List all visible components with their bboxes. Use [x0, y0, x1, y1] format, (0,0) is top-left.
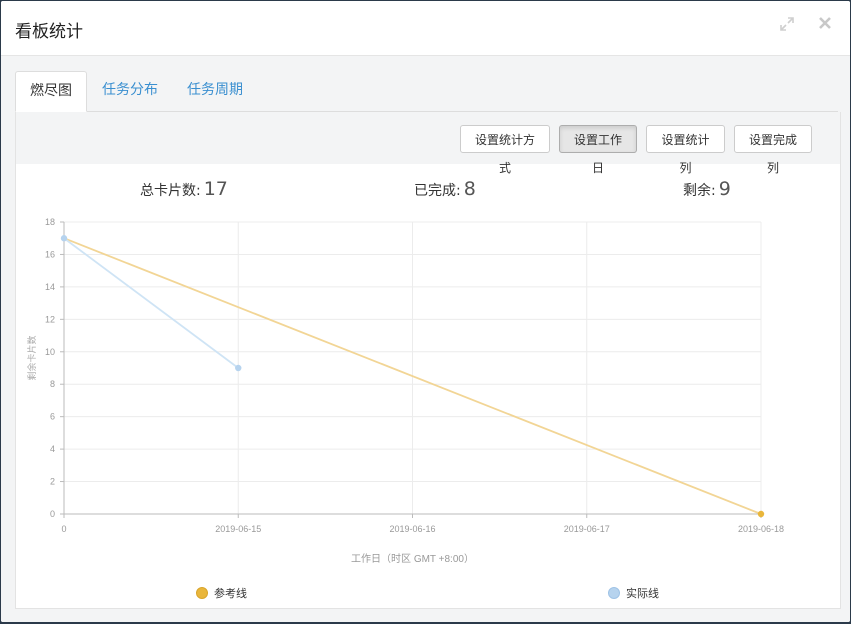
- y-tick-label: 0: [50, 509, 55, 519]
- legend-label-actual: 实际线: [626, 586, 659, 600]
- statistics-dialog: 看板统计 燃尽图 任务分布 任务周期 设置统计方式 设置工作日 设置统计列 设置…: [1, 1, 850, 622]
- tab-task-distribution[interactable]: 任务分布: [88, 71, 172, 110]
- y-tick-label: 14: [45, 282, 55, 292]
- legend-marker-reference: [196, 587, 208, 599]
- tab-burndown[interactable]: 燃尽图: [15, 71, 87, 112]
- burndown-chart: 0 2 4 6 8 10 12 14 16 18 0 2019-06-15 2019-06-16 2019…: [26, 217, 784, 600]
- y-tick-label: 2: [50, 477, 55, 487]
- dialog-title: 看板统计: [15, 22, 83, 42]
- dialog-body: 燃尽图 任务分布 任务周期 设置统计方式 设置工作日 设置统计列 设置完成列 总…: [1, 56, 850, 622]
- burndown-panel: 设置统计方式 设置工作日 设置统计列 设置完成列 总卡片数: 17 已完成: 8 剩…: [15, 112, 841, 609]
- y-tick-label: 16: [45, 249, 55, 259]
- x-tick-label: 2019-06-17: [564, 524, 610, 534]
- set-done-column-button[interactable]: 设置完成列: [734, 125, 812, 175]
- data-point-actual: [235, 364, 242, 372]
- expand-icon[interactable]: [776, 15, 798, 37]
- y-tick-label: 12: [45, 314, 55, 324]
- y-tick-label: 6: [50, 412, 55, 422]
- data-point-reference: [757, 510, 765, 518]
- set-statistics-column-button[interactable]: 设置统计列: [646, 125, 725, 175]
- x-tick-label: 2019-06-15: [215, 524, 261, 534]
- x-tick-label: 2019-06-18: [738, 524, 784, 534]
- y-tick-label: 8: [50, 379, 55, 389]
- set-statistics-method-button[interactable]: 设置统计方式: [460, 125, 550, 175]
- x-tick-label: 0: [61, 524, 66, 534]
- y-axis-label: 剩余卡片数: [26, 335, 37, 380]
- y-tick-label: 4: [50, 444, 55, 454]
- legend-label-reference: 参考线: [214, 586, 247, 600]
- data-point-actual: [60, 235, 68, 242]
- series-line-actual: [63, 237, 239, 369]
- tab-task-cycle[interactable]: 任务周期: [173, 71, 257, 110]
- x-axis-label: 工作日（时区 GMT +8:00）: [351, 553, 474, 565]
- legend-marker-actual: [608, 587, 620, 599]
- dialog-header: 看板统计: [1, 1, 850, 56]
- set-workday-button[interactable]: 设置工作日: [559, 125, 637, 175]
- x-tick-label: 2019-06-16: [389, 524, 435, 534]
- y-tick-label: 18: [45, 217, 55, 227]
- y-tick-label: 10: [45, 347, 55, 357]
- close-icon[interactable]: [814, 15, 836, 37]
- tab-bar: 燃尽图 任务分布 任务周期: [15, 71, 838, 112]
- toolbar: 设置统计方式 设置工作日 设置统计列 设置完成列: [16, 112, 840, 175]
